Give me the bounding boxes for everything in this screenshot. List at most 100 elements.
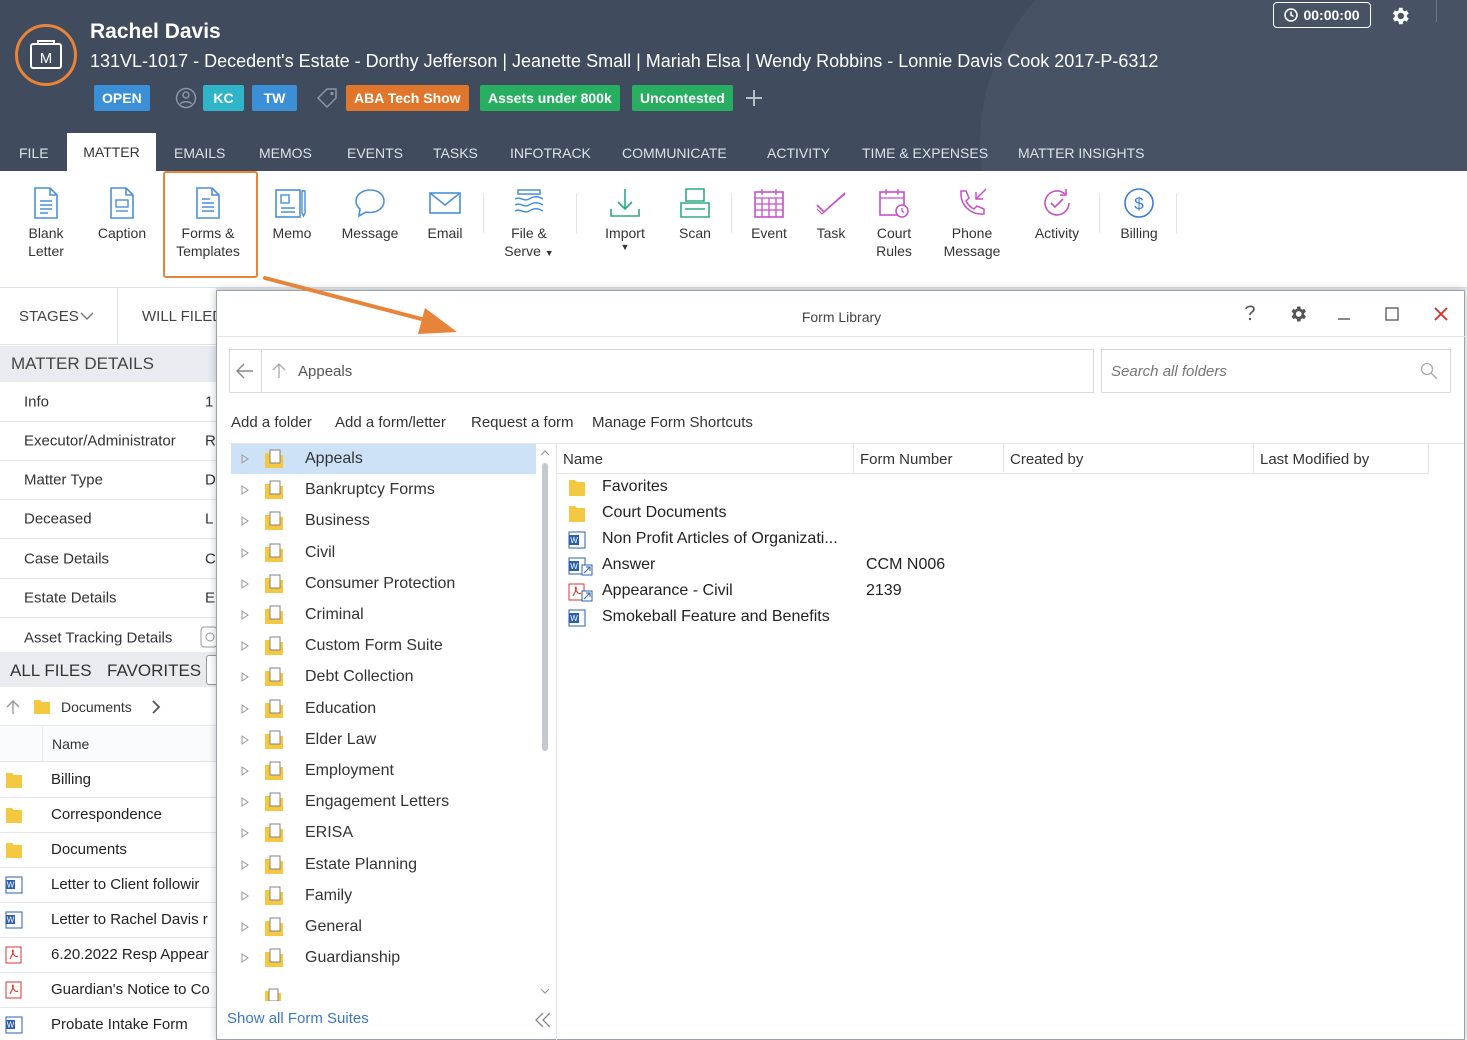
up-arrow-icon[interactable] (6, 699, 20, 715)
tab-emails[interactable]: EMAILS (174, 145, 225, 161)
tab-infotrack[interactable]: INFOTRACK (510, 145, 591, 161)
tab-communicate[interactable]: COMMUNICATE (622, 145, 727, 161)
expand-arrow-icon[interactable] (241, 516, 249, 527)
file-row[interactable]: Documents (0, 833, 216, 868)
add-circle-icon[interactable] (200, 626, 216, 648)
add-folder-link[interactable]: Add a folder (231, 414, 312, 431)
activity-button[interactable]: Activity (1030, 187, 1084, 242)
tree-item[interactable]: General (231, 912, 536, 942)
court-rules-button[interactable]: Court Rules (872, 187, 916, 260)
add-tag-icon[interactable] (744, 88, 764, 108)
tree-item[interactable]: Education (231, 694, 536, 724)
breadcrumb-documents[interactable]: Documents (61, 699, 132, 715)
tree-item[interactable]: Consumer Protection (231, 569, 536, 599)
tab-matter[interactable]: MATTER (67, 133, 156, 171)
tab-file[interactable]: FILE (19, 145, 49, 161)
staff-badge-kc[interactable]: KC (203, 85, 244, 111)
expand-arrow-icon[interactable] (241, 610, 249, 620)
phone-message-button[interactable]: Phone Message (940, 187, 1004, 260)
file-serve-button[interactable]: File & Serve ▼ (503, 187, 555, 262)
tab-memos[interactable]: MEMOS (259, 145, 312, 161)
list-item[interactable]: W Smokeball Feature and Benefits (567, 605, 1267, 631)
tab-all-files[interactable]: ALL FILES (10, 661, 92, 681)
dialog-title-bar[interactable]: Form Library (217, 291, 1466, 337)
up-arrow-icon[interactable] (271, 361, 287, 379)
help-icon[interactable] (1242, 304, 1258, 322)
expand-arrow-icon[interactable] (241, 953, 249, 964)
column-last-modified-by[interactable]: Last Modified by (1254, 444, 1429, 474)
list-item[interactable]: W Non Profit Articles of Organizati... (567, 527, 1267, 553)
expand-arrow-icon[interactable] (241, 547, 249, 558)
manage-form-shortcuts-link[interactable]: Manage Form Shortcuts (592, 414, 753, 431)
tree-item[interactable]: Family (231, 881, 536, 911)
expand-arrow-icon[interactable] (241, 734, 249, 745)
expand-arrow-icon[interactable] (241, 672, 249, 683)
tree-item[interactable]: Estate Planning (231, 850, 536, 880)
detail-row-executor[interactable]: Executor/Administrator R (0, 422, 216, 461)
tree-item[interactable]: ERISA (231, 818, 536, 848)
task-button[interactable]: Task (813, 187, 849, 242)
import-button[interactable]: Import ▼ (599, 187, 651, 252)
search-icon[interactable] (1420, 362, 1438, 380)
email-button[interactable]: Email (425, 187, 465, 242)
person-icon[interactable] (175, 87, 197, 109)
gear-icon[interactable] (1389, 5, 1411, 27)
status-badge[interactable]: OPEN (94, 85, 150, 111)
file-row[interactable]: W Letter to Rachel Davis r (0, 903, 216, 938)
expand-arrow-icon[interactable] (241, 890, 249, 901)
file-row[interactable]: Correspondence (0, 798, 216, 833)
tree-scrollbar[interactable] (539, 449, 551, 997)
show-all-form-suites-link[interactable]: Show all Form Suites (227, 1010, 369, 1027)
detail-row-matter-type[interactable]: Matter Type D (0, 461, 216, 500)
forms-templates-button[interactable]: Forms & Templates (172, 187, 244, 260)
stages-dropdown[interactable]: STAGES (0, 288, 118, 345)
tab-tasks[interactable]: TASKS (433, 145, 478, 161)
file-row[interactable]: Guardian's Notice to Co (0, 973, 216, 1008)
tab-activity[interactable]: ACTIVITY (767, 145, 830, 161)
tree-item[interactable]: Criminal (231, 600, 536, 630)
tree-item[interactable]: Custom Form Suite (231, 631, 536, 661)
tag-assets-under-800k[interactable]: Assets under 800k (480, 85, 620, 111)
scroll-up-icon[interactable] (540, 449, 550, 457)
maximize-icon[interactable] (1384, 306, 1400, 322)
column-form-number[interactable]: Form Number (854, 444, 1004, 474)
detail-row-deceased[interactable]: Deceased L (0, 500, 216, 539)
tag-aba-tech-show[interactable]: ABA Tech Show (346, 85, 469, 111)
expand-arrow-icon[interactable] (241, 922, 249, 932)
list-item[interactable]: Favorites (567, 475, 1267, 501)
chevron-right-icon[interactable] (151, 700, 161, 714)
scroll-down-icon[interactable] (540, 987, 550, 995)
tab-matter-insights[interactable]: MATTER INSIGHTS (1018, 145, 1145, 161)
file-row[interactable]: W Letter to Client followir (0, 868, 216, 903)
name-column-header[interactable]: Name (52, 736, 89, 752)
scan-button[interactable]: Scan (676, 187, 714, 242)
tab-favorites[interactable]: FAVORITES (107, 661, 201, 681)
file-row[interactable]: 6.20.2022 Resp Appear (0, 938, 216, 973)
event-button[interactable]: Event (748, 187, 790, 242)
request-form-link[interactable]: Request a form (471, 414, 574, 431)
file-row[interactable]: Billing (0, 763, 216, 798)
matter-details-header[interactable]: MATTER DETAILS (0, 346, 216, 382)
tree-item[interactable]: Bankruptcy Forms (231, 475, 536, 505)
expand-arrow-icon[interactable] (241, 485, 249, 496)
list-item[interactable]: Appearance - Civil 2139 (567, 579, 1267, 605)
matter-logo-icon[interactable]: M (15, 24, 77, 86)
minimize-icon[interactable] (1337, 313, 1351, 321)
back-arrow-icon[interactable] (235, 362, 255, 380)
tree-item[interactable]: Employment (231, 756, 536, 786)
staff-badge-tw[interactable]: TW (252, 85, 297, 111)
scroll-thumb[interactable] (542, 463, 548, 751)
expand-arrow-icon[interactable] (241, 578, 249, 589)
blank-letter-button[interactable]: Blank Letter (25, 187, 67, 260)
tree-item[interactable]: Civil (231, 538, 536, 568)
detail-row-info[interactable]: Info 1 (0, 383, 216, 422)
search-input[interactable] (1103, 351, 1403, 391)
billing-button[interactable]: $ Billing (1117, 187, 1161, 242)
tree-item[interactable]: Debt Collection (231, 662, 536, 692)
list-item[interactable]: W Answer CCM N006 (567, 553, 1267, 579)
timer-button[interactable]: 00:00:00 (1273, 2, 1371, 28)
files-search-box[interactable] (206, 655, 216, 685)
collapse-pane-icon[interactable] (533, 1011, 553, 1029)
close-icon[interactable] (1433, 306, 1449, 322)
message-button[interactable]: Message (340, 187, 400, 242)
